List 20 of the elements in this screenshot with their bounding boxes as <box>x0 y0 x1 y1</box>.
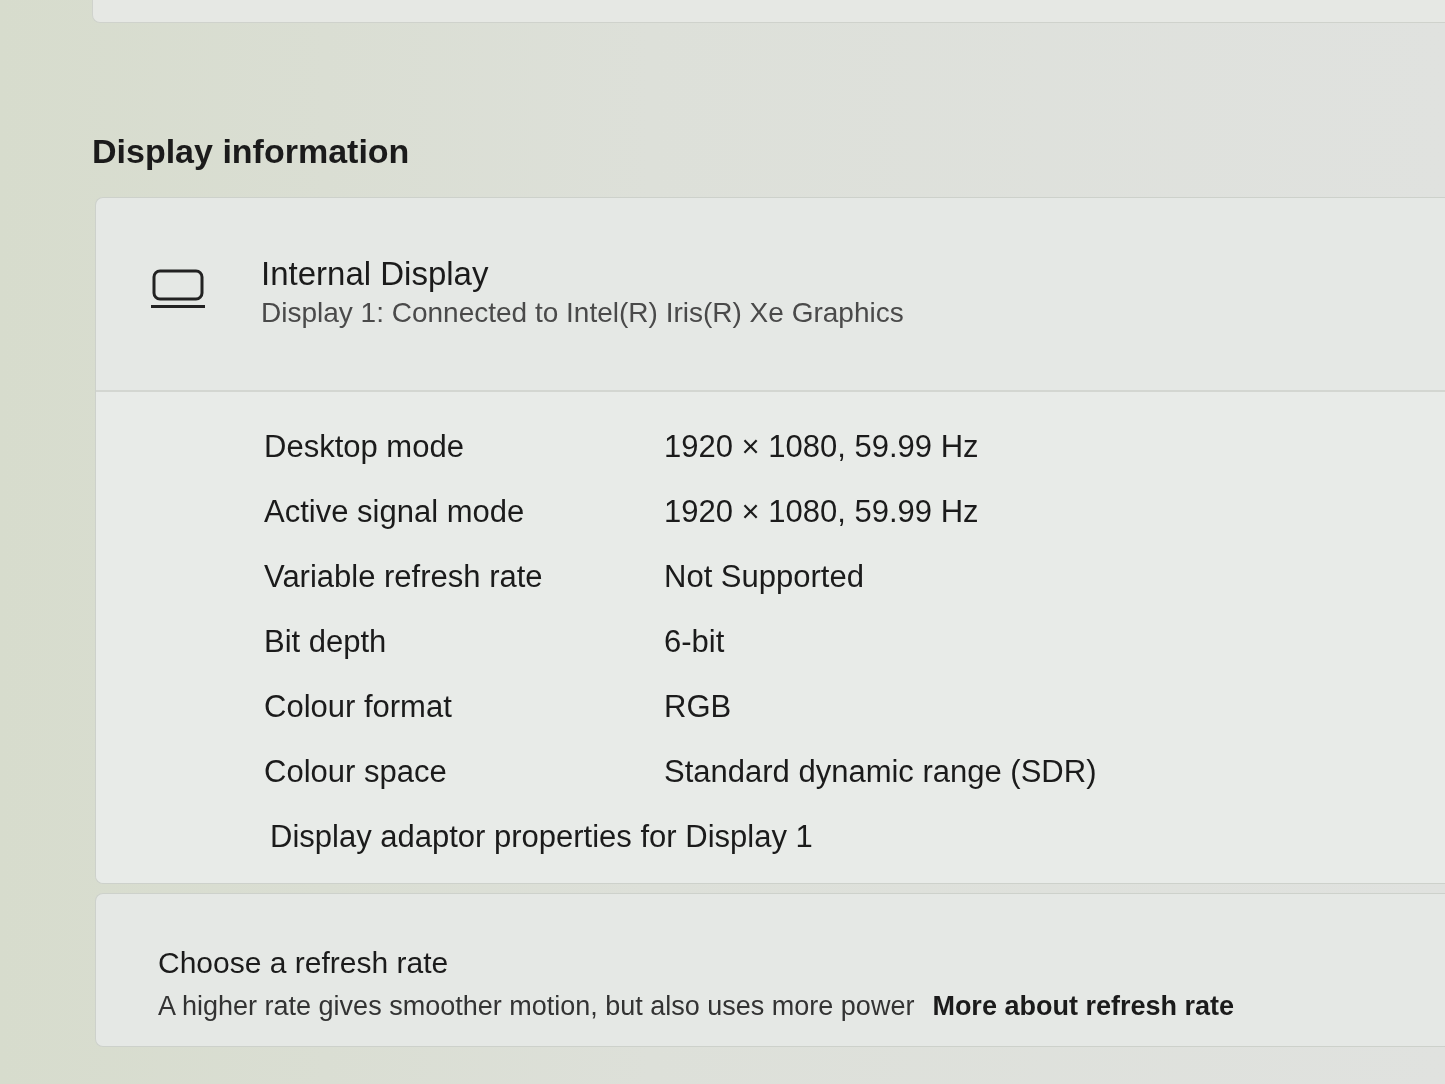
laptop-icon <box>151 269 205 309</box>
property-label: Active signal mode <box>264 492 525 531</box>
more-info-link[interactable]: More about refresh rate <box>932 988 1234 1024</box>
property-label: Desktop mode <box>264 427 464 466</box>
property-value: RGB <box>664 687 732 726</box>
property-value: 1920 × 1080, 59.99 Hz <box>664 427 979 466</box>
property-label: Bit depth <box>264 622 387 661</box>
property-label: Colour format <box>264 687 452 726</box>
property-value: 6-bit <box>664 622 725 661</box>
display-description: Display 1: Connected to Intel(R) Iris(R) Xe Graphics <box>261 296 904 330</box>
property-label: Colour space <box>264 752 447 791</box>
property-value: Standard dynamic range (SDR) <box>664 752 1097 791</box>
property-value: 1920 × 1080, 59.99 Hz <box>664 492 979 531</box>
refresh-rate-description: A higher rate gives smoother motion, but also uses more power <box>158 990 915 1023</box>
property-value: Not Supported <box>664 557 864 596</box>
display-name: Internal Display <box>261 254 489 294</box>
adapter-properties-link[interactable]: Display adaptor properties for Display 1 <box>270 817 813 856</box>
section-heading: Display information <box>92 131 410 171</box>
refresh-rate-title: Choose a refresh rate <box>158 945 449 981</box>
property-label: Variable refresh rate <box>264 557 543 596</box>
